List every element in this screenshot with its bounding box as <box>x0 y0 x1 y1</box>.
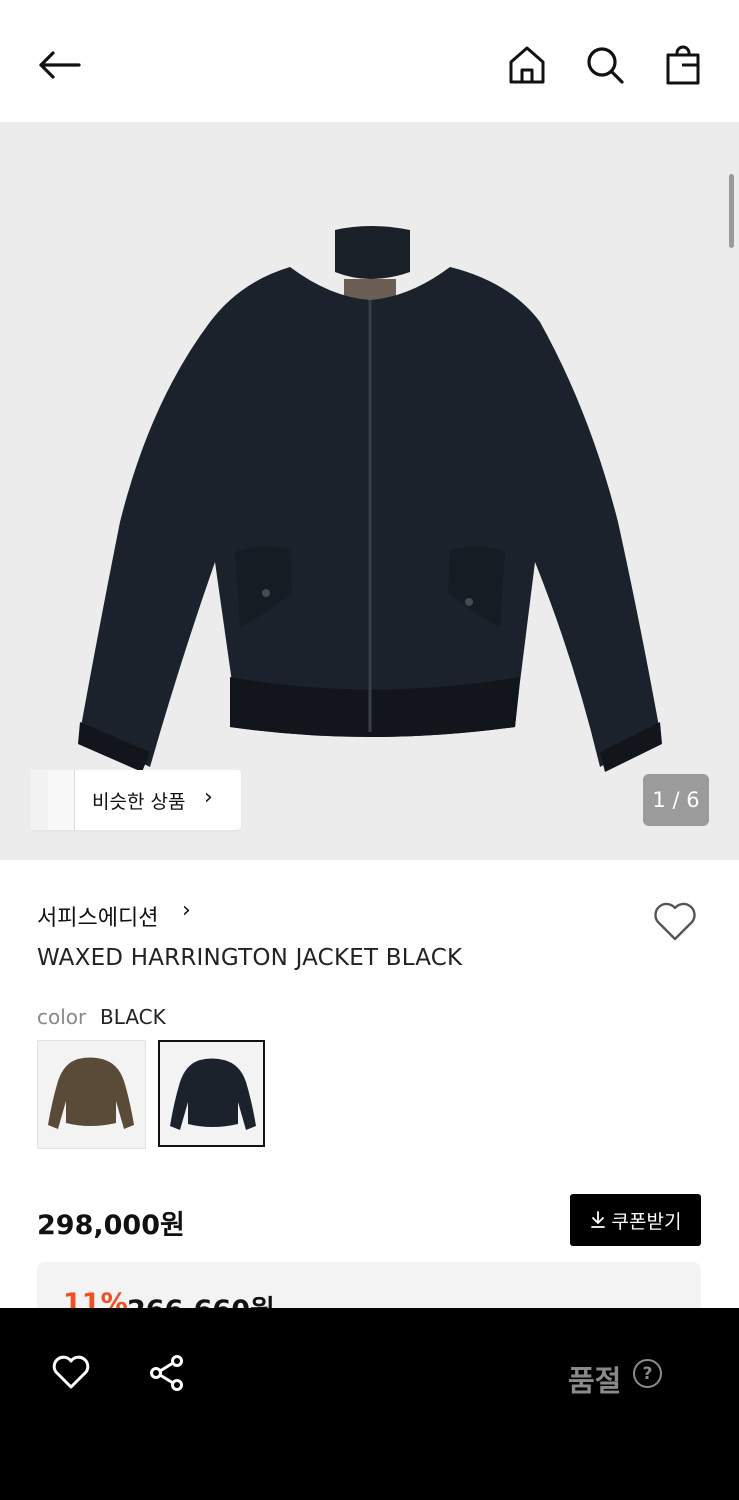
soldout-label: 품절 <box>568 1364 622 1398</box>
coupon-label: 쿠폰받기 <box>611 1210 682 1233</box>
home-button[interactable] <box>504 42 550 88</box>
heart-icon <box>654 902 696 941</box>
wishlist-button[interactable] <box>651 899 699 947</box>
color-swatch-brown[interactable] <box>37 1040 146 1149</box>
jacket-image <box>78 226 662 772</box>
share-icon <box>150 1355 183 1391</box>
brown-jacket-thumbnail <box>48 1057 134 1129</box>
heart-icon <box>52 1355 90 1389</box>
similar-thumbnail <box>48 770 75 830</box>
product-image-gallery[interactable]: 비슷한 상품 › 1 / 6 <box>0 122 739 860</box>
back-button[interactable] <box>34 45 84 85</box>
wishlist-bottom-button[interactable] <box>48 1352 94 1392</box>
image-page-counter: 1 / 6 <box>643 774 709 826</box>
image-scrollbar[interactable] <box>729 174 734 248</box>
search-button[interactable] <box>582 42 628 88</box>
product-title: WAXED HARRINGTON JACKET BLACK <box>37 945 463 971</box>
search-icon <box>587 47 624 84</box>
download-icon <box>590 1211 605 1228</box>
similar-products-label: 비슷한 상품 <box>92 791 186 813</box>
product-price: 298,000원 <box>37 1210 185 1241</box>
help-icon[interactable]: ? <box>633 1359 662 1388</box>
bottom-action-bar: 품절 ? <box>0 1308 739 1500</box>
shopping-bag-icon <box>666 45 700 85</box>
arrow-left-icon <box>39 51 81 79</box>
home-icon <box>509 46 545 84</box>
chevron-right-icon: › <box>204 785 213 810</box>
brand-link[interactable]: 서피스에디션 <box>37 900 158 932</box>
coupon-download-button[interactable]: 쿠폰받기 <box>570 1194 701 1246</box>
color-label: color <box>37 1005 87 1029</box>
share-button[interactable] <box>146 1352 188 1394</box>
color-swatch-black[interactable] <box>158 1040 265 1147</box>
chevron-right-icon: › <box>182 898 191 923</box>
top-bar <box>0 0 739 122</box>
cart-button[interactable] <box>660 42 706 88</box>
similar-products-button[interactable]: 비슷한 상품 › <box>30 770 241 830</box>
black-jacket-thumbnail <box>170 1058 256 1130</box>
color-value: BLACK <box>100 1005 166 1029</box>
